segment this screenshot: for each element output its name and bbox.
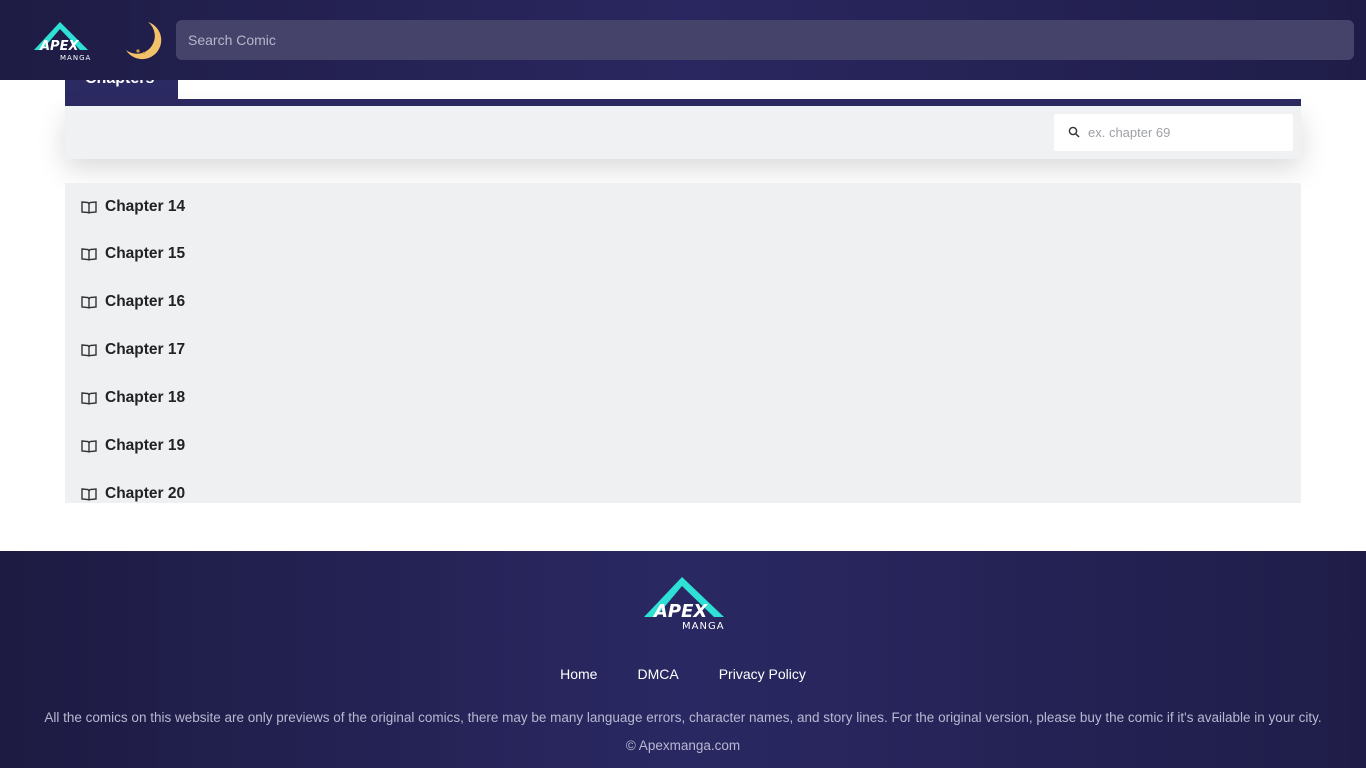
chapter-list-item[interactable]: Chapter 17 [65, 326, 1301, 374]
footer-logo-subtext: MANGA [682, 621, 725, 631]
chapter-list-item[interactable]: Chapter 20 [65, 470, 1301, 503]
chapter-list: Chapter 14 Chapter 15 Chapter 16 Chapter… [65, 183, 1301, 503]
chapter-list-item[interactable]: Chapter 15 [65, 230, 1301, 278]
footer-link-home[interactable]: Home [560, 666, 597, 682]
crescent-moon-icon[interactable] [122, 20, 164, 62]
chapter-label: Chapter 19 [105, 437, 186, 454]
chapter-label: Chapter 18 [105, 389, 186, 406]
footer-disclaimer: All the comics on this website are only … [44, 710, 1322, 725]
book-open-icon [81, 296, 97, 309]
chapter-label: Chapter 14 [105, 197, 186, 215]
search-icon [1068, 126, 1080, 138]
footer-link-privacy-policy[interactable]: Privacy Policy [719, 666, 806, 682]
book-open-icon [81, 440, 97, 453]
book-open-icon [81, 392, 97, 405]
chapter-list-item[interactable]: Chapter 18 [65, 374, 1301, 422]
tab-underline-bar [65, 99, 1301, 106]
footer-links: Home DMCA Privacy Policy [0, 666, 1366, 682]
chapter-label: Chapter 20 [105, 485, 186, 502]
chapter-search-input[interactable] [1088, 114, 1288, 151]
chapter-filter-panel [65, 106, 1301, 159]
apex-manga-logo[interactable]: APEX MANGA [30, 18, 94, 62]
logo-subtext: MANGA [60, 54, 91, 62]
search-input[interactable] [176, 20, 1354, 60]
logo-text: APEX [39, 39, 79, 54]
chapter-label: Chapter 16 [105, 293, 186, 310]
book-open-icon [81, 200, 97, 214]
book-open-icon [81, 488, 97, 501]
site-footer: APEX MANGA Home DMCA Privacy Policy All … [0, 551, 1366, 768]
chapter-label: Chapter 15 [105, 245, 186, 262]
chapter-list-item[interactable]: Chapter 16 [65, 278, 1301, 326]
footer-apex-manga-logo[interactable]: APEX MANGA [640, 573, 728, 631]
chapter-list-item[interactable]: Chapter 19 [65, 422, 1301, 470]
site-header: APEX MANGA [0, 0, 1366, 80]
book-open-icon [81, 248, 97, 261]
footer-link-dmca[interactable]: DMCA [637, 666, 678, 682]
footer-copyright: © Apexmanga.com [625, 738, 741, 753]
chapter-list-item[interactable]: Chapter 14 [65, 183, 1301, 230]
comic-search-box[interactable] [176, 20, 1354, 60]
footer-logo-text: APEX [652, 601, 708, 622]
chapter-search-box[interactable] [1054, 114, 1293, 151]
chapter-label: Chapter 17 [105, 341, 186, 358]
book-open-icon [81, 344, 97, 357]
